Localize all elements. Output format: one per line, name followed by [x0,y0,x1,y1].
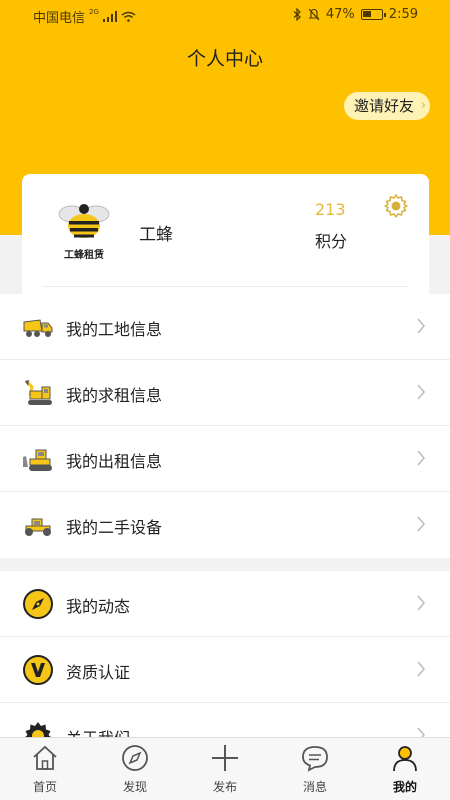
compass-icon [122,745,148,771]
verified-v-icon [23,655,53,685]
excavator-icon [24,379,52,405]
invite-friends-button[interactable]: 邀请好友 › [343,92,430,120]
person-icon [393,746,417,772]
page-title: 个人中心 [186,48,263,70]
invite-friends-label: 邀请好友 [353,97,414,115]
network-type: 2G [89,7,99,16]
tab-mine[interactable]: 我的 [360,738,450,800]
tab-label: 发布 [212,780,237,794]
battery-icon [360,9,386,20]
chevron-right-icon [417,516,425,532]
menu-item-rent-request[interactable]: 我的求租信息 [0,360,450,426]
bee-icon [58,204,110,238]
menu-label: 资质认证 [66,663,131,682]
menu-item-used-equipment[interactable]: 我的二手设备 [0,492,450,558]
tab-home[interactable]: 首页 [0,738,90,800]
settings-gear-icon[interactable] [383,193,409,219]
tab-label: 发现 [122,780,147,794]
chevron-right-icon [417,318,425,334]
menu-item-qualification[interactable]: 资质认证 [0,637,450,703]
chevron-right-icon [417,384,425,400]
points-label[interactable]: 积分 [315,228,347,252]
battery-percent: 47% [325,7,355,22]
bottom-tab-bar: 首页 发现 发布 消息 我的 [0,737,450,800]
menu-label: 我的出租信息 [66,452,163,471]
username: 工蜂 [139,225,173,245]
home-icon [33,745,57,770]
tab-publish[interactable]: 发布 [180,738,270,800]
menu-item-my-posts[interactable]: 我的动态 [0,571,450,637]
clock: 2:59 [388,7,418,22]
menu-label: 我的工地信息 [66,320,163,339]
app-logo: 工蜂租赁 [50,202,118,262]
tab-label: 我的 [392,780,417,794]
signal-icon [102,11,117,22]
chevron-right-icon: › [420,98,426,113]
tab-label: 消息 [302,780,327,794]
dump-truck-icon [23,319,53,337]
compass-icon [23,589,53,619]
carrier-name: 中国电信 [33,11,86,26]
menu-label: 我的求租信息 [66,386,163,405]
tab-label: 首页 [32,780,57,794]
card-divider [42,286,409,287]
mute-icon [308,8,320,21]
bulldozer-icon [23,449,52,471]
chevron-right-icon [417,595,425,611]
road-roller-icon [25,518,51,536]
profile-card: 工蜂租赁 工蜂 213 积分 [22,174,429,294]
menu-group-equipment: 我的工地信息 我的求租信息 我的出租信息 我的二手设备 [0,294,450,558]
plus-icon [212,745,238,771]
wifi-icon [121,11,136,22]
chevron-right-icon [417,661,425,677]
logo-text: 工蜂租赁 [64,250,104,261]
tab-discover[interactable]: 发现 [90,738,180,800]
status-bar: 中国电信 2G 47% 2:59 [0,0,450,30]
chevron-right-icon [417,450,425,466]
tab-messages[interactable]: 消息 [270,738,360,800]
chat-icon [302,746,328,772]
points-value[interactable]: 213 [315,200,346,219]
menu-label: 我的二手设备 [66,518,163,537]
menu-label: 我的动态 [66,597,131,616]
menu-item-site-info[interactable]: 我的工地信息 [0,294,450,360]
menu-item-rent-out[interactable]: 我的出租信息 [0,426,450,492]
bluetooth-icon [293,8,301,21]
